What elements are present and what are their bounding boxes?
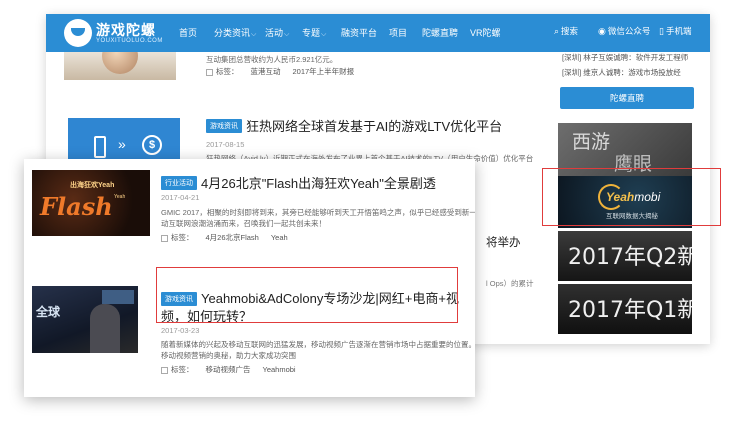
nav-item-projects[interactable]: 项目 bbox=[389, 26, 407, 39]
article-excerpt-line: 随着新媒体的兴起及移动互联网的迅猛发展，移动视频广告逐渐在营销市场中占据重要的位… bbox=[161, 340, 475, 349]
mobile-icon: ▯ bbox=[659, 26, 664, 36]
thumbnail-person bbox=[90, 304, 120, 353]
article-excerpt-fragment: l Ops）的累计 bbox=[486, 279, 534, 288]
article-excerpt-line: 动互联网浪潮汹涌而来，召唤我们一起共创未来！ bbox=[161, 219, 326, 228]
tag-link[interactable]: 2017年上半年财报 bbox=[293, 67, 355, 76]
tag-link[interactable]: Yeahmobi bbox=[263, 365, 296, 374]
jobs-button[interactable]: 陀螺直聘 bbox=[560, 87, 694, 109]
article-excerpt-line: 移动视频营销的奥秘，助力大家成功突围 bbox=[161, 351, 296, 360]
article-date: 2017-08-15 bbox=[206, 140, 245, 149]
category-badge[interactable]: 游戏资讯 bbox=[206, 118, 242, 133]
article-date: 2017-04-21 bbox=[161, 193, 200, 202]
logo-icon bbox=[64, 19, 92, 47]
wechat-link[interactable]: ◉ 微信公众号 bbox=[598, 25, 650, 37]
article-thumbnail[interactable]: 全球 bbox=[32, 286, 138, 353]
tag-link[interactable]: 4月26北京Flash bbox=[206, 233, 259, 242]
search-icon: ⌕ bbox=[554, 26, 560, 36]
site-logo[interactable]: 游戏陀螺 YOUXITUOLUO.COM bbox=[64, 18, 176, 48]
wechat-icon: ◉ bbox=[598, 26, 606, 36]
double-arrow-icon: » bbox=[118, 136, 126, 152]
article-title-link[interactable]: 狂热网络全球首发基于AI的游戏LTV优化平台 bbox=[246, 119, 502, 134]
category-badge[interactable]: 行业活动 bbox=[161, 175, 197, 190]
article-tags: 标签： 移动视频广告 Yeahmobi bbox=[161, 364, 308, 375]
promo-banner-q1[interactable]: 2017年Q1新游 bbox=[558, 284, 692, 334]
phone-icon bbox=[94, 136, 106, 158]
nav-item-category-news[interactable]: 分类资讯⌵ bbox=[214, 26, 256, 39]
nav-item-home[interactable]: 首页 bbox=[179, 26, 197, 39]
chevron-down-icon: ⌵ bbox=[284, 31, 290, 38]
tag-link[interactable]: 移动视频广告 bbox=[206, 365, 251, 374]
highlight-box-banner bbox=[542, 168, 721, 226]
nav-item-vr[interactable]: VR陀螺 bbox=[470, 26, 501, 39]
nav-item-funding[interactable]: 融资平台 bbox=[341, 26, 377, 39]
article-excerpt-line: GMIC 2017，相聚的时刻即将到来，其旁已经能够听到天工开悟笛鸣之声，似乎已… bbox=[161, 208, 475, 217]
logo-text: 游戏陀螺 bbox=[96, 22, 156, 38]
zoomed-article-card: 出海狂欢Yeah Flash Yeah 行业活动 4月26北京"Flash出海狂欢… bbox=[24, 159, 475, 397]
article-thumbnail[interactable]: 出海狂欢Yeah Flash Yeah bbox=[32, 170, 150, 236]
tag-link[interactable]: 蓝港互动 bbox=[251, 67, 281, 76]
search-link[interactable]: ⌕ 搜索 bbox=[554, 25, 578, 37]
promo-banner-q2[interactable]: 2017年Q2新游 bbox=[558, 231, 692, 281]
highlight-box-article bbox=[156, 267, 458, 323]
article-title-link[interactable]: 4月26北京"Flash出海狂欢Yeah"全景剧透 bbox=[201, 176, 436, 191]
chevron-down-icon: ⌵ bbox=[321, 31, 327, 38]
article-heading: 行业活动 4月26北京"Flash出海狂欢Yeah"全景剧透 bbox=[161, 173, 436, 192]
job-link[interactable]: [深圳] 维京人诚聘：游戏市场投放经 bbox=[562, 67, 681, 78]
article-tags: 标签： 蓝港互动 2017年上半年财报 bbox=[206, 66, 366, 77]
mobile-link[interactable]: ▯ 手机端 bbox=[659, 25, 691, 37]
logo-subtext: YOUXITUOLUO.COM bbox=[96, 38, 163, 44]
article-title-fragment[interactable]: 将举办 bbox=[486, 234, 521, 250]
nav-item-jobs[interactable]: 陀螺直聘 bbox=[422, 26, 458, 39]
tag-icon bbox=[161, 234, 168, 242]
article-excerpt: 互动集团总营收约为人民币2.921亿元。 bbox=[206, 55, 338, 64]
article-heading: 游戏资讯 狂热网络全球首发基于AI的游戏LTV优化平台 bbox=[206, 116, 502, 135]
tag-icon bbox=[206, 68, 213, 76]
nav-item-events[interactable]: 活动⌵ bbox=[265, 26, 289, 39]
job-link[interactable]: [深圳] 林子互娱诚聘：软件开发工程师 bbox=[562, 52, 688, 63]
tag-icon bbox=[161, 366, 168, 374]
thumbnail-screen bbox=[102, 290, 134, 304]
article-date: 2017-03-23 bbox=[161, 326, 200, 335]
tag-link[interactable]: Yeah bbox=[271, 233, 288, 242]
dollar-icon: $ bbox=[142, 135, 162, 155]
nav-item-topics[interactable]: 专题⌵ bbox=[302, 26, 326, 39]
article-thumbnail[interactable] bbox=[64, 52, 176, 80]
article-tags: 标签： 4月26北京Flash Yeah bbox=[161, 232, 300, 243]
top-navigation-bar: 游戏陀螺 YOUXITUOLUO.COM 首页 分类资讯⌵ 活动⌵ 专题⌵ 融资… bbox=[46, 14, 710, 52]
chevron-down-icon: ⌵ bbox=[251, 31, 257, 38]
